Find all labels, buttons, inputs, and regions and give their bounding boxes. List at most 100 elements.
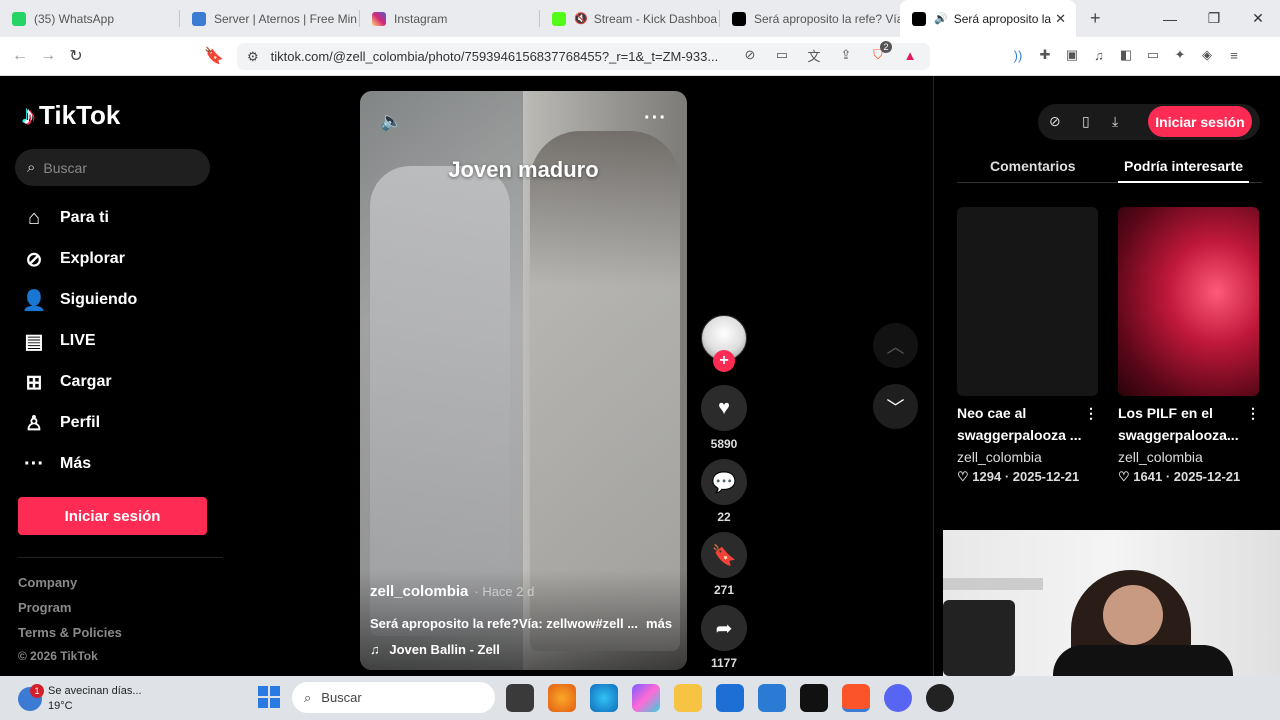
sticky-app-icon[interactable] <box>800 684 828 712</box>
footer-link-program[interactable]: Program <box>18 600 71 615</box>
start-button[interactable] <box>258 686 280 708</box>
tiktok-logo[interactable]: ♪ TikTok <box>22 100 120 131</box>
suggested-thumbnail-2[interactable] <box>1118 207 1259 396</box>
music-icon[interactable]: ♫ <box>1089 45 1109 65</box>
next-post-button[interactable]: ﹀ <box>873 384 918 429</box>
suggested-thumbnail-1[interactable] <box>957 207 1098 396</box>
reload-icon[interactable]: ↻ <box>62 46 90 66</box>
sidebar-item-siguiendo[interactable]: 👤 Siguiendo <box>20 286 138 314</box>
device-icon[interactable]: ▯ <box>1082 113 1090 130</box>
sidebar-icon[interactable]: ◧ <box>1116 45 1136 65</box>
copilot-icon[interactable] <box>632 684 660 712</box>
new-tab-button[interactable]: + <box>1090 8 1101 29</box>
weather-widget[interactable]: 1 Se avecinan días... 19°C <box>18 684 142 714</box>
card-menu-icon[interactable]: ⋮ <box>1084 405 1098 422</box>
close-tab-icon[interactable]: ✕ <box>1055 11 1066 27</box>
description-text: Será aproposito la refe?Vía: zellwow#zel… <box>370 616 639 631</box>
forward-icon[interactable]: → <box>34 47 62 65</box>
tab-kick[interactable]: 🔇 Stream - Kick Dashboa <box>540 0 720 37</box>
tab-instagram[interactable]: Instagram <box>360 0 540 37</box>
brave-shield-icon[interactable]: ⛉ 2 <box>868 41 892 65</box>
bookmark-icon[interactable]: 🔖 <box>200 46 228 66</box>
wallet-icon[interactable]: ▭ <box>1143 45 1163 65</box>
card-menu-icon[interactable]: ⋮ <box>1246 405 1260 422</box>
browser-tab-bar: (35) WhatsApp Server | Aternos | Free Mi… <box>0 0 1280 37</box>
minimize-icon[interactable]: — <box>1148 0 1192 37</box>
speaker-icon[interactable]: 🔊 <box>934 12 948 25</box>
translate-icon[interactable]: 文 <box>804 45 824 65</box>
sidebar-item-label: Más <box>60 455 92 472</box>
tab-tiktok-1[interactable]: Será aproposito la refe? Vía <box>720 0 900 37</box>
header-login-button[interactable]: Iniciar sesión <box>1148 106 1252 137</box>
share-icon[interactable]: ⇪ <box>836 45 856 65</box>
close-window-icon[interactable]: ✕ <box>1236 0 1280 37</box>
app-icon[interactable] <box>926 684 954 712</box>
menu-icon[interactable]: ≡ <box>1224 45 1244 65</box>
music-link[interactable]: ♫ Joven Ballin - Zell <box>370 642 500 657</box>
suggested-title-2[interactable]: Los PILF en el swaggerpalooza... <box>1118 402 1246 446</box>
sidebar-item-live[interactable]: ▤ LIVE <box>20 327 96 355</box>
muted-speaker-icon[interactable]: 🔇 <box>574 12 588 25</box>
webcam-overlay <box>943 530 1280 676</box>
cast-icon[interactable]: ▭ <box>772 45 792 65</box>
taskbar-search[interactable]: ⌕ Buscar <box>292 682 495 713</box>
share-count: 1177 <box>710 656 738 670</box>
previous-post-button[interactable]: ︿ <box>873 323 918 368</box>
suggested-title-1[interactable]: Neo cae al swaggerpalooza ... <box>957 402 1085 446</box>
tab-search-icon[interactable]: ▣ <box>1062 45 1082 65</box>
edge-icon[interactable] <box>590 684 618 712</box>
comment-button[interactable]: 💬 <box>701 459 747 505</box>
like-count: 5890 <box>710 437 738 451</box>
save-button[interactable]: 🔖 <box>701 532 747 578</box>
suggested-author-1[interactable]: zell_colombia <box>957 449 1042 465</box>
sidebar-item-para-ti[interactable]: ⌂ Para ti <box>20 204 109 232</box>
url-actions: ⊘ ▭ 文 ⇪ ⛉ 2 ▲ <box>740 41 920 65</box>
chevron-down-icon: ﹀ <box>886 397 905 418</box>
tab-whatsapp[interactable]: (35) WhatsApp <box>0 0 180 37</box>
tracker-off-icon[interactable]: ⊘ <box>740 45 760 65</box>
task-view-icon[interactable] <box>506 684 534 712</box>
discord-icon[interactable] <box>884 684 912 712</box>
app-icon[interactable] <box>548 684 576 712</box>
brave-icon[interactable] <box>842 684 870 712</box>
username[interactable]: zell_colombia <box>370 583 468 600</box>
taskbar-apps <box>506 684 954 712</box>
like-button[interactable]: ♥ <box>701 385 747 431</box>
leo-icon[interactable]: ✦ <box>1170 45 1190 65</box>
post-media[interactable]: Joven maduro 🔈 ··· zell_colombia · Hace 2… <box>360 91 687 670</box>
post-author[interactable]: zell_colombia · Hace 2 d <box>370 583 534 600</box>
volume-icon[interactable]: 🔈 <box>380 111 402 132</box>
footer-link-company[interactable]: Company <box>18 575 77 590</box>
tab-podria-interesarte[interactable]: Podría interesarte <box>1124 158 1243 174</box>
tab-label: Instagram <box>394 11 448 26</box>
sidebar-item-mas[interactable]: ··· Más <box>20 450 91 478</box>
vpn-icon[interactable]: ◈ <box>1197 45 1217 65</box>
share-button[interactable]: ➦ <box>701 605 747 651</box>
store-icon[interactable] <box>716 684 744 712</box>
suggested-author-2[interactable]: zell_colombia <box>1118 449 1203 465</box>
maximize-icon[interactable]: ❐ <box>1192 0 1236 37</box>
login-button[interactable]: Iniciar sesión <box>18 497 207 535</box>
tab-aternos[interactable]: Server | Aternos | Free Min <box>180 0 360 37</box>
file-explorer-icon[interactable] <box>674 684 702 712</box>
tab-tiktok-active[interactable]: 🔊 Será aproposito la ✕ <box>900 0 1076 37</box>
outlook-icon[interactable] <box>758 684 786 712</box>
more-options-icon[interactable]: ··· <box>644 107 667 130</box>
more-link[interactable]: más <box>646 616 672 631</box>
brave-rewards-icon[interactable]: ▲ <box>900 45 920 65</box>
sidebar-item-cargar[interactable]: ⊞ Cargar <box>20 368 112 396</box>
search-input[interactable]: ⌕ Buscar <box>15 149 210 186</box>
site-settings-icon[interactable]: ⚙ <box>247 49 259 65</box>
sidebar-item-perfil[interactable]: ♙ Perfil <box>20 409 100 437</box>
sidebar-item-explorar[interactable]: ⊘ Explorar <box>20 245 125 273</box>
download-icon[interactable]: ⤓ <box>1112 113 1118 130</box>
explore-icon[interactable]: ⊘ <box>1049 113 1061 130</box>
extensions-icon[interactable]: ✚ <box>1035 45 1055 65</box>
aternos-icon <box>192 11 206 26</box>
follow-plus-icon[interactable]: + <box>713 350 735 372</box>
tab-comentarios[interactable]: Comentarios <box>990 158 1076 174</box>
footer-link-terms[interactable]: Terms & Policies <box>18 625 122 640</box>
wifi-icon[interactable]: )) <box>1008 45 1028 65</box>
more-icon: ··· <box>24 452 44 475</box>
back-icon[interactable]: ← <box>6 47 34 65</box>
